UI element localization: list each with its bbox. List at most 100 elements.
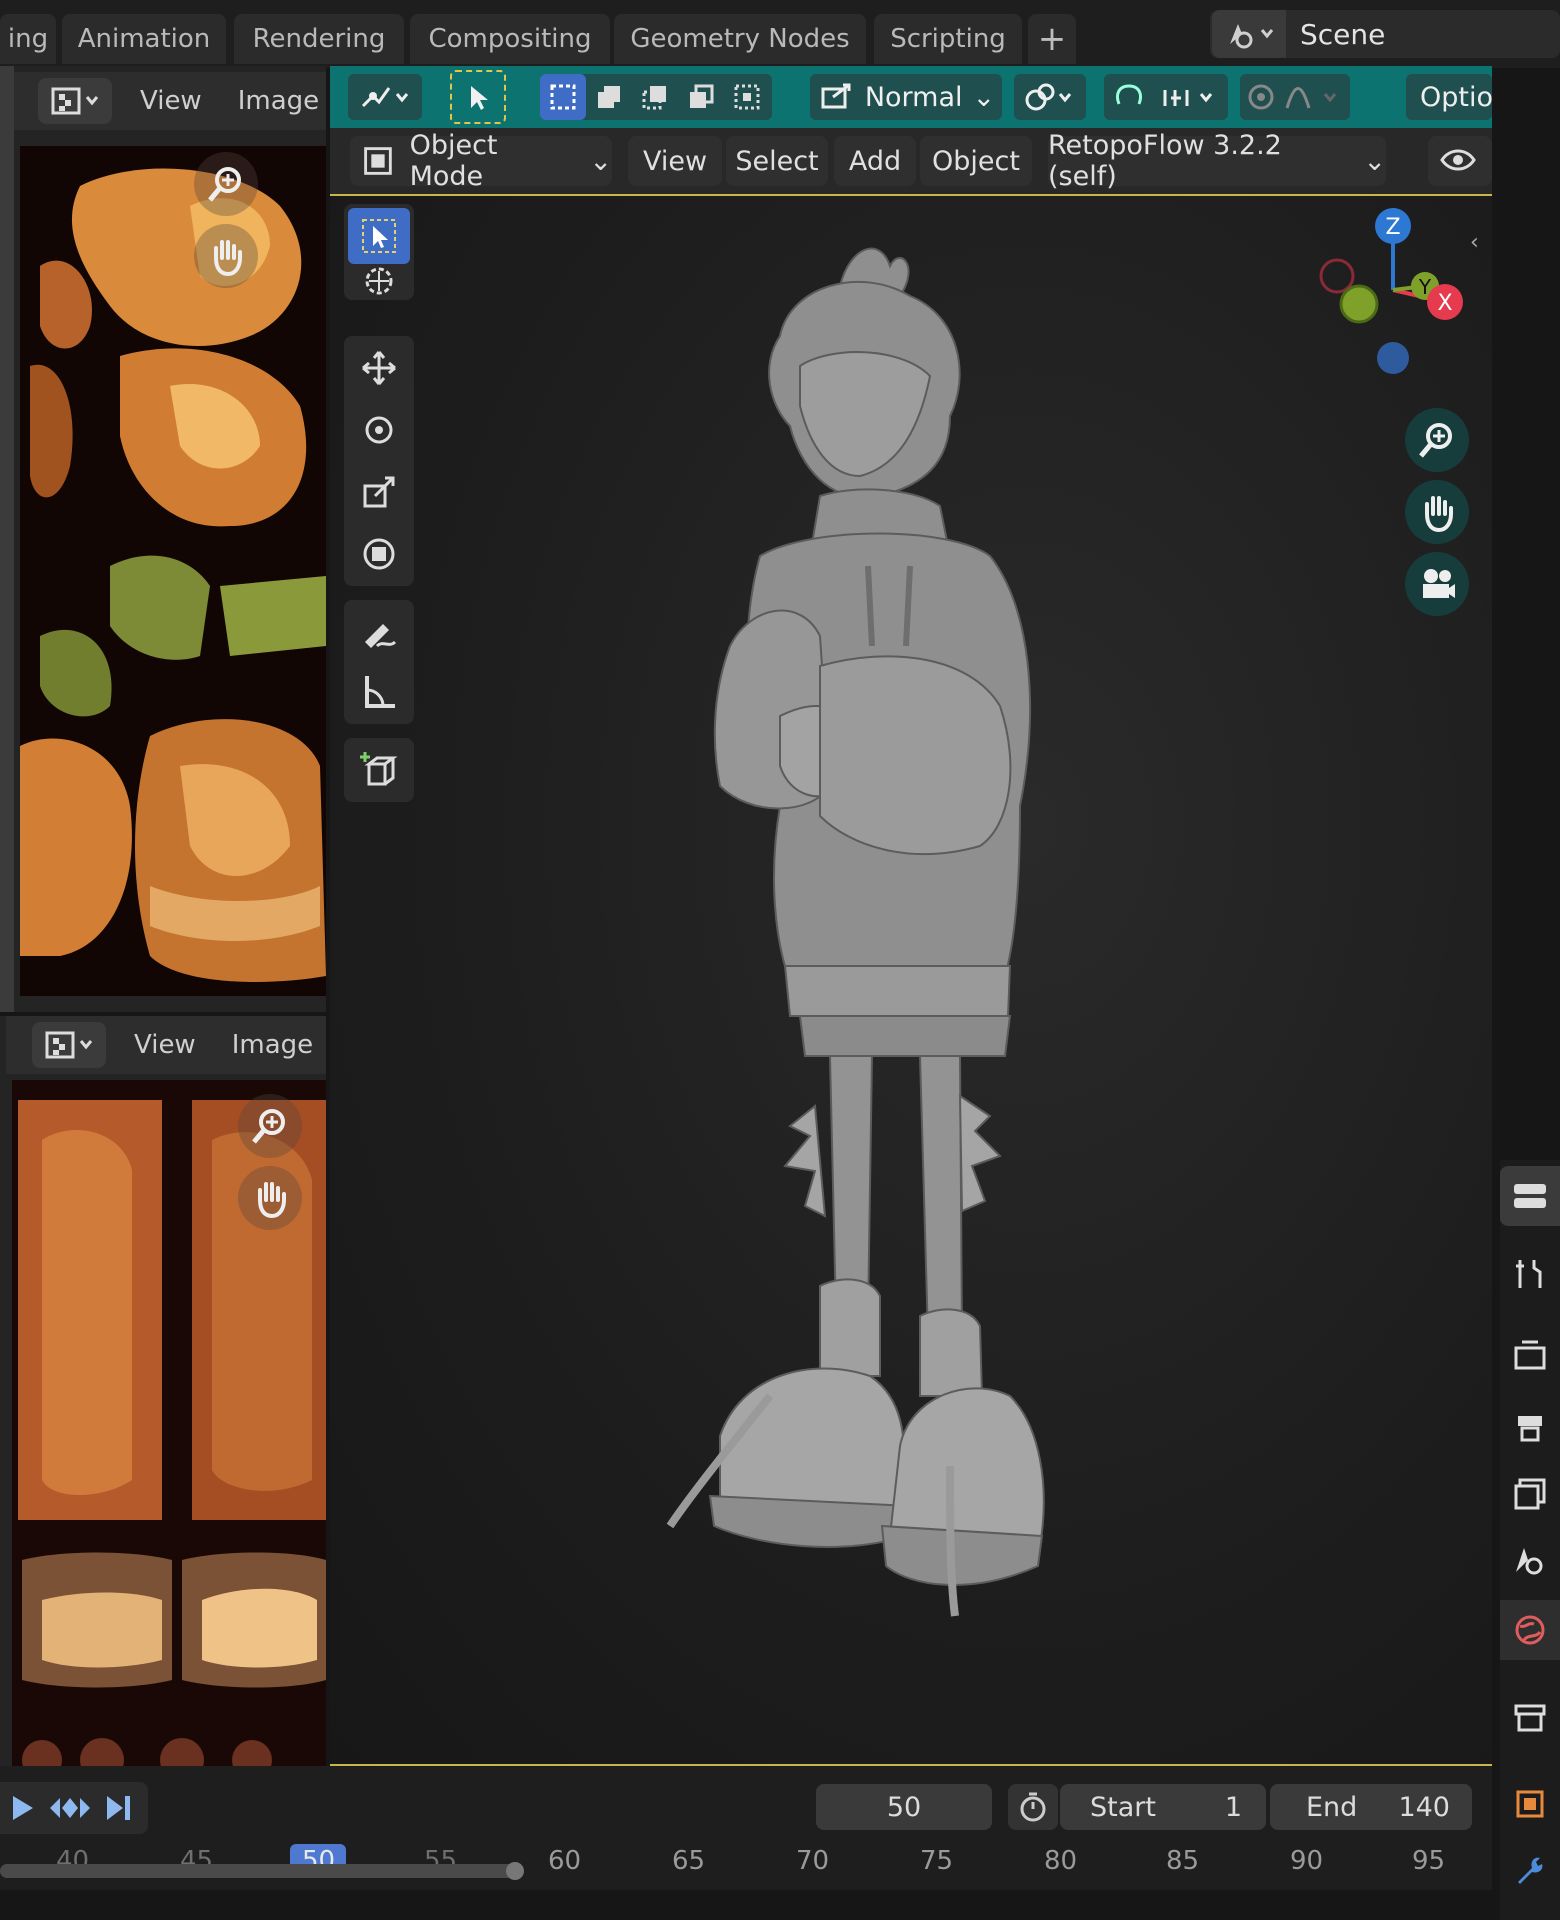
menu-select[interactable]: Select [726, 136, 828, 186]
scale-tool[interactable] [348, 464, 410, 520]
mode-dropdown[interactable]: Object Mode ⌄ [350, 130, 612, 192]
snap-magnet-icon [1115, 84, 1213, 106]
collection-properties-tab[interactable] [1500, 1688, 1560, 1748]
jump-end-button[interactable] [96, 1793, 140, 1823]
menu-view[interactable]: View [628, 136, 722, 186]
play-button[interactable] [0, 1793, 44, 1823]
mode-invert-button[interactable] [678, 74, 724, 120]
uv-texture-canvas[interactable] [12, 1080, 326, 1770]
zoom-button[interactable] [1405, 408, 1469, 472]
menu-view[interactable]: View [134, 1030, 196, 1060]
frame-tick: 60 [548, 1846, 582, 1876]
frame-ruler[interactable] [0, 1838, 1492, 1888]
cursor-tool[interactable] [348, 264, 410, 298]
frame-tick: 65 [672, 1846, 706, 1876]
proportional-editing-group[interactable] [1240, 74, 1350, 120]
toolgroup-add [344, 738, 414, 802]
snapping-group[interactable] [1104, 74, 1228, 120]
tab-scripting[interactable]: Scripting [874, 14, 1022, 64]
keyframe-icon [50, 1798, 90, 1818]
current-frame-value: 50 [886, 1791, 922, 1823]
scene-properties-tab[interactable] [1500, 1530, 1560, 1590]
tab-geometry-nodes[interactable]: Geometry Nodes [614, 14, 866, 64]
proportional-edit-icon [1248, 84, 1337, 110]
preview-range-button[interactable] [1008, 1784, 1058, 1830]
annotate-tool[interactable] [348, 604, 410, 660]
viewport-3d-area[interactable]: Z Y X ‹ [330, 194, 1492, 1766]
options-dropdown[interactable]: Optio [1406, 74, 1493, 120]
start-frame-field[interactable]: Start 1 [1060, 1784, 1266, 1830]
editor-type-button[interactable] [32, 1022, 106, 1068]
panel-edge [0, 66, 14, 1012]
menu-view[interactable]: View [140, 86, 202, 116]
tab-layout[interactable]: ing [0, 14, 56, 64]
mode-intersect-button[interactable] [724, 74, 770, 120]
tab-rendering[interactable]: Rendering [234, 14, 404, 64]
hand-icon [214, 240, 242, 276]
add-workspace-button[interactable]: + [1028, 14, 1076, 64]
visibility-dropdown[interactable] [1428, 136, 1492, 186]
menu-add[interactable]: Add [834, 136, 916, 186]
pan-button[interactable] [1405, 480, 1469, 544]
retopoflow-menu[interactable]: RetopoFlow 3.2.2 (self) ⌄ [1048, 130, 1386, 192]
tab-label: ing [7, 24, 49, 54]
select-tool-button[interactable] [450, 70, 506, 124]
rotate-tool[interactable] [348, 402, 410, 458]
tab-label: Scripting [890, 24, 1006, 54]
pan-button[interactable] [194, 224, 258, 288]
timeline-scrollbar[interactable] [0, 1864, 520, 1878]
measure-tool[interactable] [348, 664, 410, 720]
mode-new-button[interactable] [540, 74, 586, 120]
menu-object[interactable]: Object [920, 136, 1032, 186]
tab-animation[interactable]: Animation [62, 14, 226, 64]
scene-browse-button[interactable] [1212, 10, 1286, 58]
tool-properties-tab[interactable] [1500, 1244, 1560, 1304]
transform-pivot-button[interactable] [348, 74, 422, 120]
object-square-icon [1516, 1790, 1544, 1818]
properties-editor-button[interactable] [1500, 1166, 1560, 1226]
pivot-point-dropdown[interactable] [1014, 74, 1086, 120]
transform-orientation-dropdown[interactable]: Normal ⌄ [810, 74, 1002, 120]
zoom-button[interactable] [194, 152, 258, 216]
mode-extend-button[interactable] [586, 74, 632, 120]
mode-subtract-button[interactable] [632, 74, 678, 120]
current-frame-field[interactable]: 50 [816, 1784, 992, 1830]
next-keyframe-button[interactable] [44, 1793, 96, 1823]
zoom-button[interactable] [238, 1094, 302, 1158]
output-properties-tab[interactable] [1500, 1396, 1560, 1456]
select-box-tool[interactable] [348, 208, 410, 264]
scene-name: Scene [1300, 17, 1386, 51]
navigation-gizmo[interactable]: Z Y X [1265, 206, 1465, 376]
modifier-properties-tab[interactable] [1500, 1840, 1560, 1900]
object-properties-tab[interactable] [1500, 1774, 1560, 1834]
tools-icon [1516, 1260, 1542, 1288]
transform-tool[interactable] [348, 526, 410, 582]
end-frame-field[interactable]: End 140 [1270, 1784, 1472, 1830]
render-properties-tab[interactable] [1500, 1326, 1560, 1386]
camera-view-button[interactable] [1405, 552, 1469, 616]
select-box-icon [362, 219, 396, 253]
select-invert-icon [690, 84, 714, 108]
move-tool[interactable] [348, 340, 410, 396]
search-icon [208, 167, 241, 202]
menu-image[interactable]: Image [238, 86, 319, 116]
pan-button[interactable] [238, 1166, 302, 1230]
gizmo-z-label: Z [1385, 215, 1400, 240]
frame-tick: 70 [796, 1846, 830, 1876]
cursor-icon [365, 267, 393, 295]
character-model[interactable] [610, 226, 1170, 1656]
gizmo-x-label: X [1437, 291, 1452, 316]
view-layer-properties-tab[interactable] [1500, 1464, 1560, 1524]
menu-image[interactable]: Image [232, 1030, 313, 1060]
world-properties-tab[interactable] [1500, 1600, 1560, 1660]
add-cube-tool[interactable] [348, 742, 410, 798]
uv-texture-canvas[interactable] [20, 146, 326, 996]
scrollbar-handle[interactable] [506, 1862, 524, 1880]
sidebar-toggle-icon[interactable]: ‹ [1470, 230, 1479, 255]
chevron-down-icon: ⌄ [972, 81, 996, 113]
tab-compositing[interactable]: Compositing [410, 14, 610, 64]
menu-label: Object [932, 145, 1020, 177]
select-new-icon [550, 84, 576, 110]
options-label: Optio [1420, 81, 1493, 113]
editor-type-button[interactable] [38, 78, 112, 124]
